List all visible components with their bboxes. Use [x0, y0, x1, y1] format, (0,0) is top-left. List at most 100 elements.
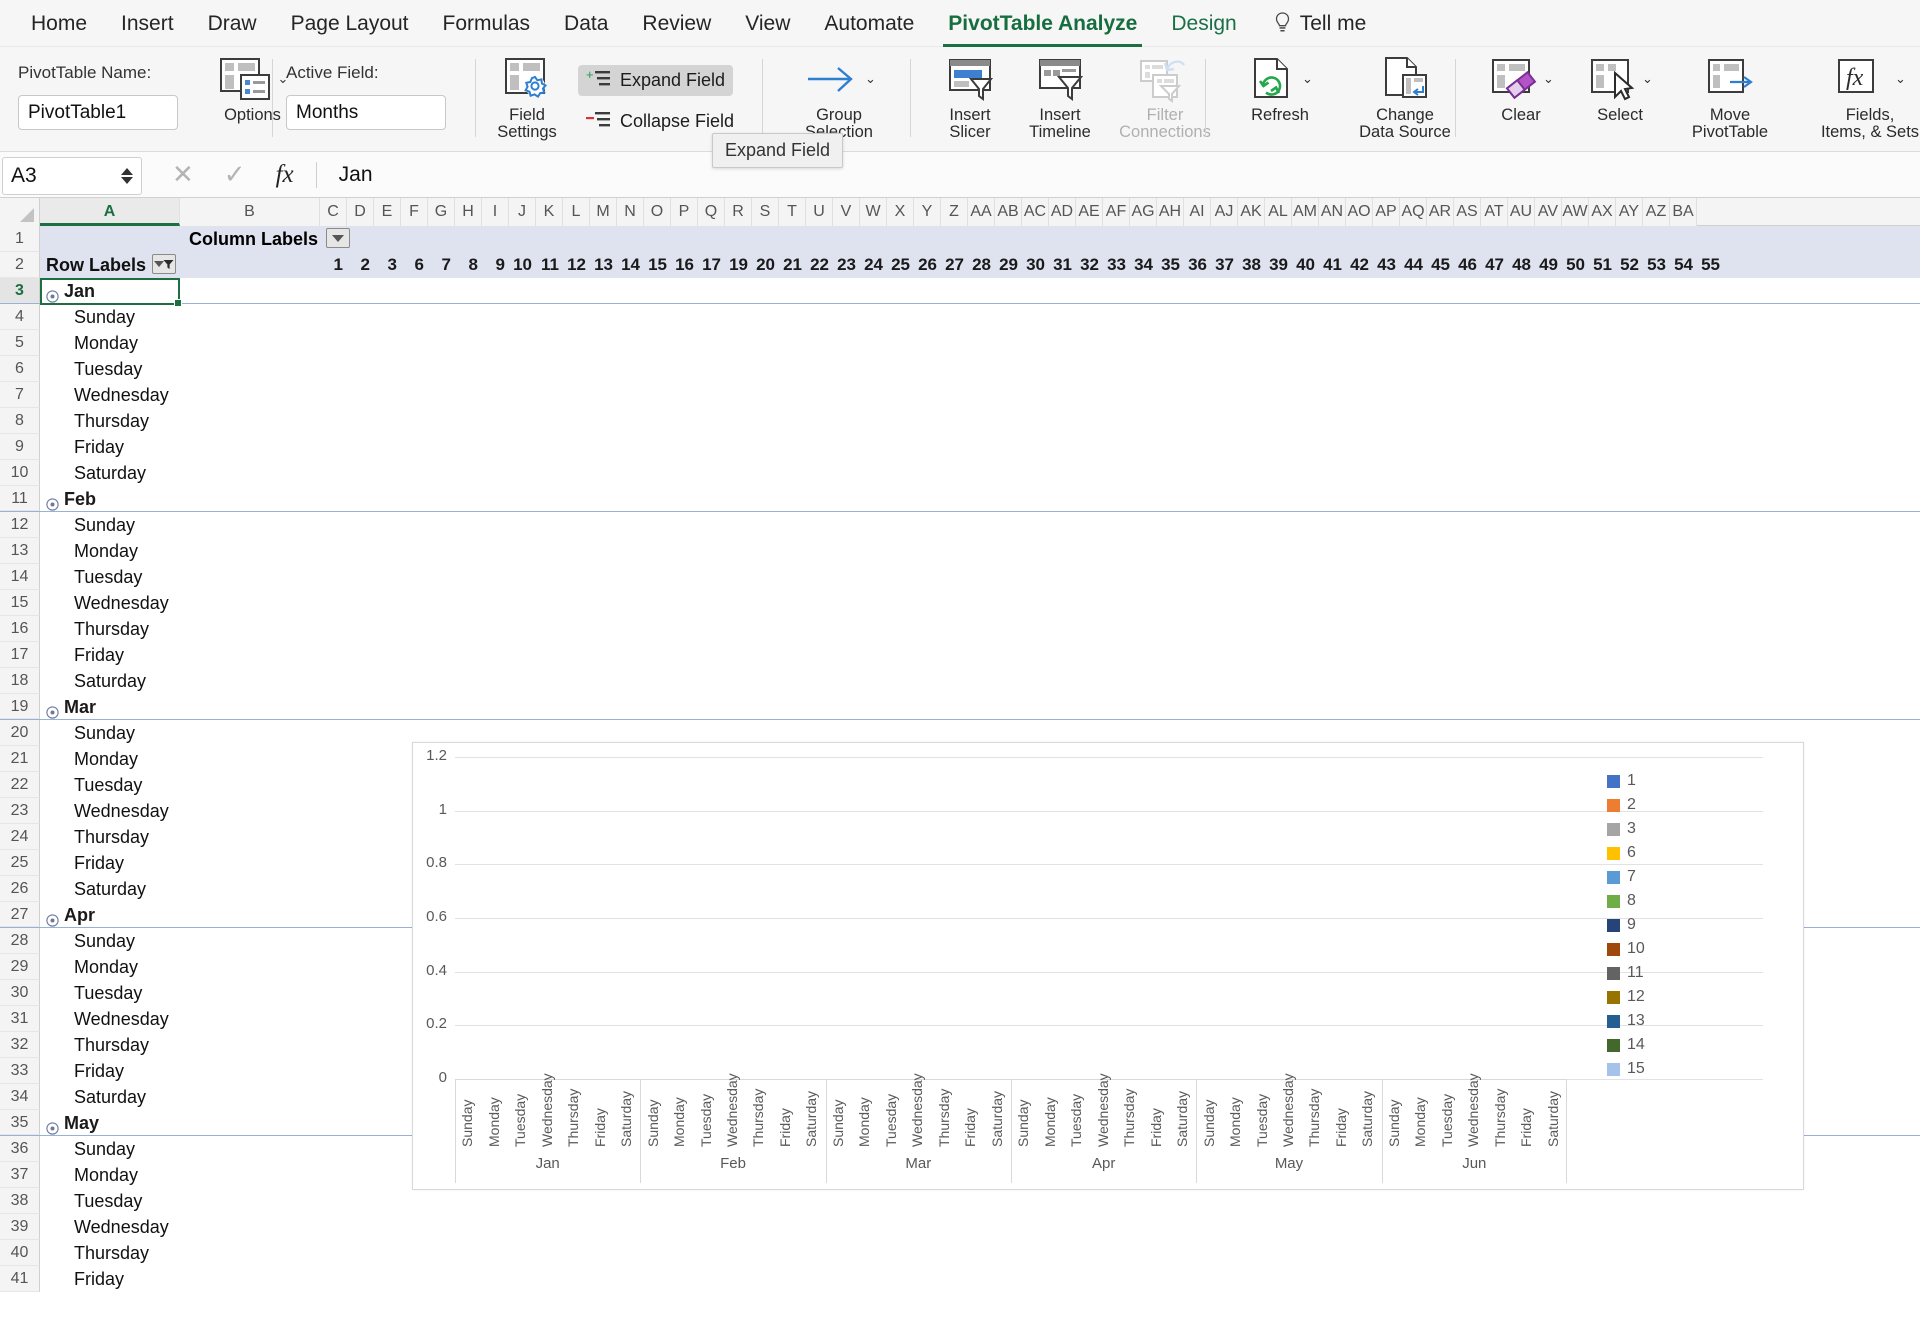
- cell-a40[interactable]: Thursday: [40, 1240, 180, 1266]
- column-header-d[interactable]: D: [347, 198, 374, 226]
- column-header-g[interactable]: G: [428, 198, 455, 226]
- select-caret-icon[interactable]: ⌄: [1642, 71, 1653, 87]
- row-5-cells[interactable]: [180, 330, 1920, 356]
- select-all-corner[interactable]: [0, 198, 40, 226]
- cell-a1[interactable]: [40, 226, 180, 252]
- row-header-31[interactable]: 31: [0, 1006, 40, 1032]
- column-header-b[interactable]: B: [180, 198, 320, 226]
- column-header-as[interactable]: AS: [1454, 198, 1481, 226]
- column-label-cell[interactable]: 2: [347, 252, 374, 278]
- row-header-9[interactable]: 9: [0, 434, 40, 460]
- column-label-cell[interactable]: 48: [1508, 252, 1535, 278]
- collapse-expand-icon[interactable]: [46, 284, 59, 303]
- column-label-cell[interactable]: 32: [1076, 252, 1103, 278]
- row-header-25[interactable]: 25: [0, 850, 40, 876]
- column-header-au[interactable]: AU: [1508, 198, 1535, 226]
- column-label-cell[interactable]: 30: [1022, 252, 1049, 278]
- fields-items-sets-caret-icon[interactable]: ⌄: [1895, 71, 1906, 87]
- row-header-40[interactable]: 40: [0, 1240, 40, 1266]
- row-header-41[interactable]: 41: [0, 1266, 40, 1292]
- group-caret-icon[interactable]: ⌄: [865, 71, 876, 87]
- name-box[interactable]: A3: [2, 156, 142, 195]
- column-label-cell[interactable]: 20: [752, 252, 779, 278]
- row-header-37[interactable]: 37: [0, 1162, 40, 1188]
- cell-a36[interactable]: Sunday: [40, 1136, 180, 1162]
- row-18-cells[interactable]: [180, 668, 1920, 694]
- column-header-q[interactable]: Q: [698, 198, 725, 226]
- row-4-cells[interactable]: [180, 304, 1920, 330]
- column-header-ag[interactable]: AG: [1130, 198, 1157, 226]
- column-header-at[interactable]: AT: [1481, 198, 1508, 226]
- cell-a34[interactable]: Saturday: [40, 1084, 180, 1110]
- row-9-cells[interactable]: [180, 434, 1920, 460]
- column-label-cell[interactable]: 10: [509, 252, 536, 278]
- column-label-cell[interactable]: 6: [401, 252, 428, 278]
- cell-a21[interactable]: Monday: [40, 746, 180, 772]
- column-label-cell[interactable]: 33: [1103, 252, 1130, 278]
- row-40-cells[interactable]: [180, 1240, 1920, 1266]
- column-label-cell[interactable]: 28: [968, 252, 995, 278]
- formula-bar-content[interactable]: Jan: [339, 163, 373, 187]
- tab-page-layout[interactable]: Page Layout: [274, 0, 426, 47]
- chart-legend-item[interactable]: 9: [1607, 913, 1645, 937]
- column-label-cell[interactable]: 49: [1535, 252, 1562, 278]
- cell-a39[interactable]: Wednesday: [40, 1214, 180, 1240]
- column-label-cell[interactable]: 9: [482, 252, 509, 278]
- column-header-n[interactable]: N: [617, 198, 644, 226]
- column-label-cell[interactable]: 53: [1643, 252, 1670, 278]
- expand-field-button[interactable]: + Expand Field: [578, 65, 734, 96]
- row-header-23[interactable]: 23: [0, 798, 40, 824]
- row-header-30[interactable]: 30: [0, 980, 40, 1006]
- column-header-s[interactable]: S: [752, 198, 779, 226]
- column-header-af[interactable]: AF: [1103, 198, 1130, 226]
- name-box-spinner[interactable]: [121, 167, 133, 184]
- chart-legend-item[interactable]: 14: [1607, 1033, 1645, 1057]
- tab-automate[interactable]: Automate: [807, 0, 931, 47]
- cell-a33[interactable]: Friday: [40, 1058, 180, 1084]
- chart-legend-item[interactable]: 3: [1607, 817, 1645, 841]
- column-header-z[interactable]: Z: [941, 198, 968, 226]
- row-header-34[interactable]: 34: [0, 1084, 40, 1110]
- cell-a41[interactable]: Friday: [40, 1266, 180, 1292]
- column-label-cell[interactable]: 19: [725, 252, 752, 278]
- cell-a12[interactable]: Sunday: [40, 512, 180, 538]
- field-settings-button[interactable]: Field Settings: [488, 47, 566, 141]
- column-label-cell[interactable]: 50: [1562, 252, 1589, 278]
- tab-insert[interactable]: Insert: [104, 0, 191, 47]
- cell-a30[interactable]: Tuesday: [40, 980, 180, 1006]
- cell-a31[interactable]: Wednesday: [40, 1006, 180, 1032]
- column-header-al[interactable]: AL: [1265, 198, 1292, 226]
- row-header-11[interactable]: 11: [0, 486, 40, 511]
- column-header-aa[interactable]: AA: [968, 198, 995, 226]
- row-39-cells[interactable]: [180, 1214, 1920, 1240]
- column-header-aj[interactable]: AJ: [1211, 198, 1238, 226]
- select-button[interactable]: ⌄ Select: [1570, 47, 1670, 124]
- move-pivottable-button[interactable]: Move PivotTable: [1670, 47, 1790, 141]
- column-label-cell[interactable]: 21: [779, 252, 806, 278]
- row-header-5[interactable]: 5: [0, 330, 40, 356]
- column-header-m[interactable]: M: [590, 198, 617, 226]
- column-header-ay[interactable]: AY: [1616, 198, 1643, 226]
- column-header-v[interactable]: V: [833, 198, 860, 226]
- fields-items-sets-button[interactable]: fx ⌄ Fields, Items, & Sets: [1790, 47, 1920, 141]
- cell-a22[interactable]: Tuesday: [40, 772, 180, 798]
- row-41-cells[interactable]: [180, 1266, 1920, 1292]
- chart-legend-item[interactable]: 10: [1607, 937, 1645, 961]
- row-11-cells[interactable]: [180, 486, 1920, 511]
- cell-b2[interactable]: [180, 252, 320, 278]
- row-header-29[interactable]: 29: [0, 954, 40, 980]
- tab-data[interactable]: Data: [547, 0, 625, 47]
- chart-legend-item[interactable]: 2: [1607, 793, 1645, 817]
- refresh-button[interactable]: ⌄ Refresh: [1225, 47, 1335, 124]
- column-label-cell[interactable]: 52: [1616, 252, 1643, 278]
- row-header-15[interactable]: 15: [0, 590, 40, 616]
- group-selection-button[interactable]: ⌄ Group Selection: [780, 47, 898, 141]
- chart-legend-item[interactable]: 15: [1607, 1057, 1645, 1081]
- row-17-cells[interactable]: [180, 642, 1920, 668]
- column-label-cell[interactable]: 31: [1049, 252, 1076, 278]
- column-label-cell[interactable]: 34: [1130, 252, 1157, 278]
- row-16-cells[interactable]: [180, 616, 1920, 642]
- insert-function-icon[interactable]: fx: [276, 161, 294, 189]
- cell-a35[interactable]: May: [40, 1110, 180, 1135]
- row-header-7[interactable]: 7: [0, 382, 40, 408]
